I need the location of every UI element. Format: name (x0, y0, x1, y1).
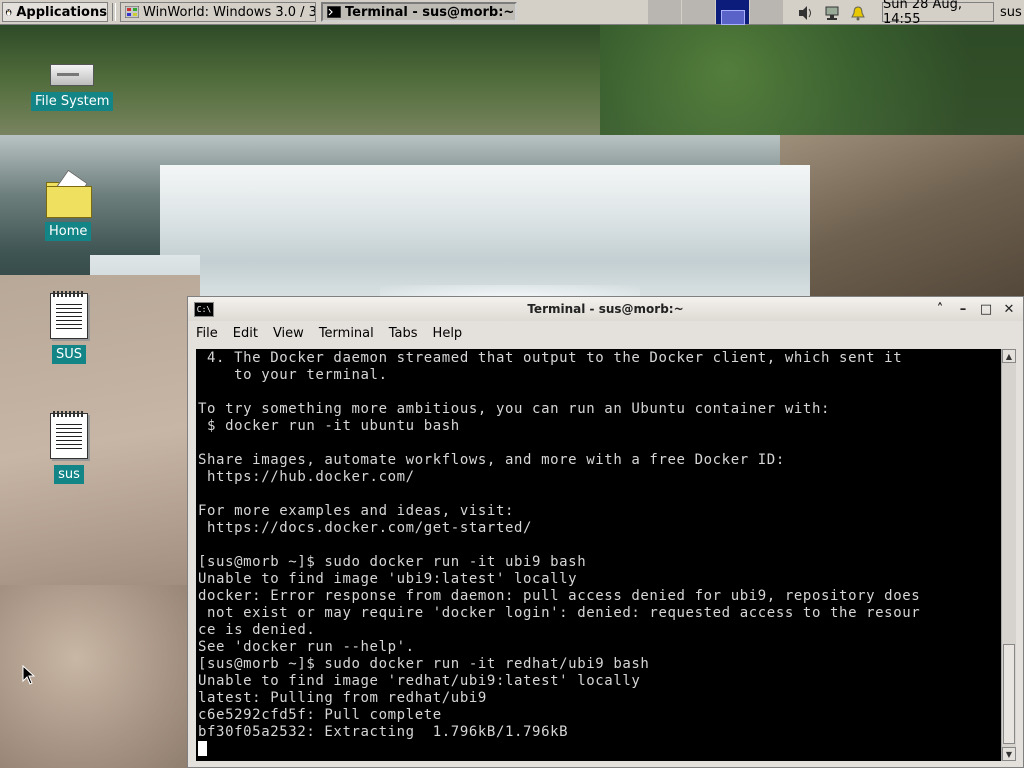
taskbar-item-label: Terminal - sus@morb:~ (345, 4, 515, 20)
desktop-icon-home[interactable]: Home (45, 169, 93, 241)
terminal-output-area[interactable]: 4. The Docker daemon streamed that outpu… (196, 349, 1001, 761)
taskbar-item-label: WinWorld: Windows 3.0 / 3.... (143, 4, 316, 20)
scrollbar-thumb[interactable] (1003, 644, 1015, 744)
menu-tabs[interactable]: Tabs (387, 325, 420, 342)
panel-clock[interactable]: Sun 28 Aug, 14:55 (882, 0, 994, 27)
menu-edit[interactable]: Edit (231, 325, 260, 342)
desktop-icon-file-system[interactable]: File System (31, 64, 114, 111)
maximize-button[interactable]: □ (978, 301, 994, 317)
menu-help[interactable]: Help (431, 325, 465, 342)
desktop-icon-sus-upper[interactable]: SUS (50, 291, 88, 364)
panel-separator (112, 3, 116, 21)
system-tray (796, 3, 868, 22)
terminal-output-text: 4. The Docker daemon streamed that outpu… (198, 350, 921, 740)
workspace-1[interactable] (648, 0, 682, 24)
terminal-window-title: Terminal - sus@morb:~ (527, 302, 684, 316)
desktop-icon-label: sus (54, 465, 84, 484)
taskbar-item-terminal[interactable]: Terminal - sus@morb:~ (321, 2, 517, 22)
workspace-3-active[interactable] (716, 0, 750, 25)
applications-label: Applications (16, 4, 107, 20)
panel-user[interactable]: sus (1000, 2, 1022, 22)
terminal-scrollbar[interactable]: ▲ ▼ (1001, 349, 1016, 761)
terminal-cursor (198, 741, 207, 756)
winworld-icon (125, 6, 139, 18)
mouse-pointer-icon (22, 665, 36, 685)
menu-terminal[interactable]: Terminal (317, 325, 376, 342)
terminal-window: C:\ Terminal - sus@morb:~ ˄ – □ ✕ File E… (187, 296, 1024, 768)
home-folder-icon (46, 169, 93, 218)
shade-button[interactable]: ˄ (932, 301, 948, 317)
notification-bell-icon[interactable] (848, 4, 868, 22)
workspace-2[interactable] (682, 0, 716, 24)
network-icon[interactable] (822, 4, 842, 22)
applications-menu-button[interactable]: Applications (2, 2, 108, 22)
scroll-down-arrow-icon[interactable]: ▼ (1002, 747, 1016, 761)
scroll-up-arrow-icon[interactable]: ▲ (1002, 349, 1016, 363)
terminal-titlebar[interactable]: C:\ Terminal - sus@morb:~ ˄ – □ ✕ (188, 297, 1023, 321)
terminal-icon (327, 6, 341, 18)
volume-icon[interactable] (796, 4, 816, 22)
menu-file[interactable]: File (194, 325, 220, 342)
desktop-icon-label: File System (31, 92, 114, 111)
document-icon (50, 411, 88, 459)
workspace-4[interactable] (750, 0, 784, 24)
desktop-icon-sus-lower[interactable]: sus (50, 411, 88, 484)
minimize-button[interactable]: – (955, 301, 971, 317)
drive-icon (50, 64, 95, 86)
top-panel: Applications WinWorld: Windows 3.0 / 3..… (0, 0, 1024, 27)
taskbar-item-winworld[interactable]: WinWorld: Windows 3.0 / 3.... (120, 2, 316, 22)
document-icon (50, 291, 88, 339)
terminal-menubar: File Edit View Terminal Tabs Help (188, 321, 1023, 345)
applications-icon (5, 9, 12, 16)
workspace-switcher (648, 0, 788, 25)
desktop-icon-label: SUS (51, 345, 87, 364)
desktop-icon-label: Home (45, 222, 92, 241)
menu-view[interactable]: View (271, 325, 306, 342)
close-button[interactable]: ✕ (1001, 301, 1017, 317)
